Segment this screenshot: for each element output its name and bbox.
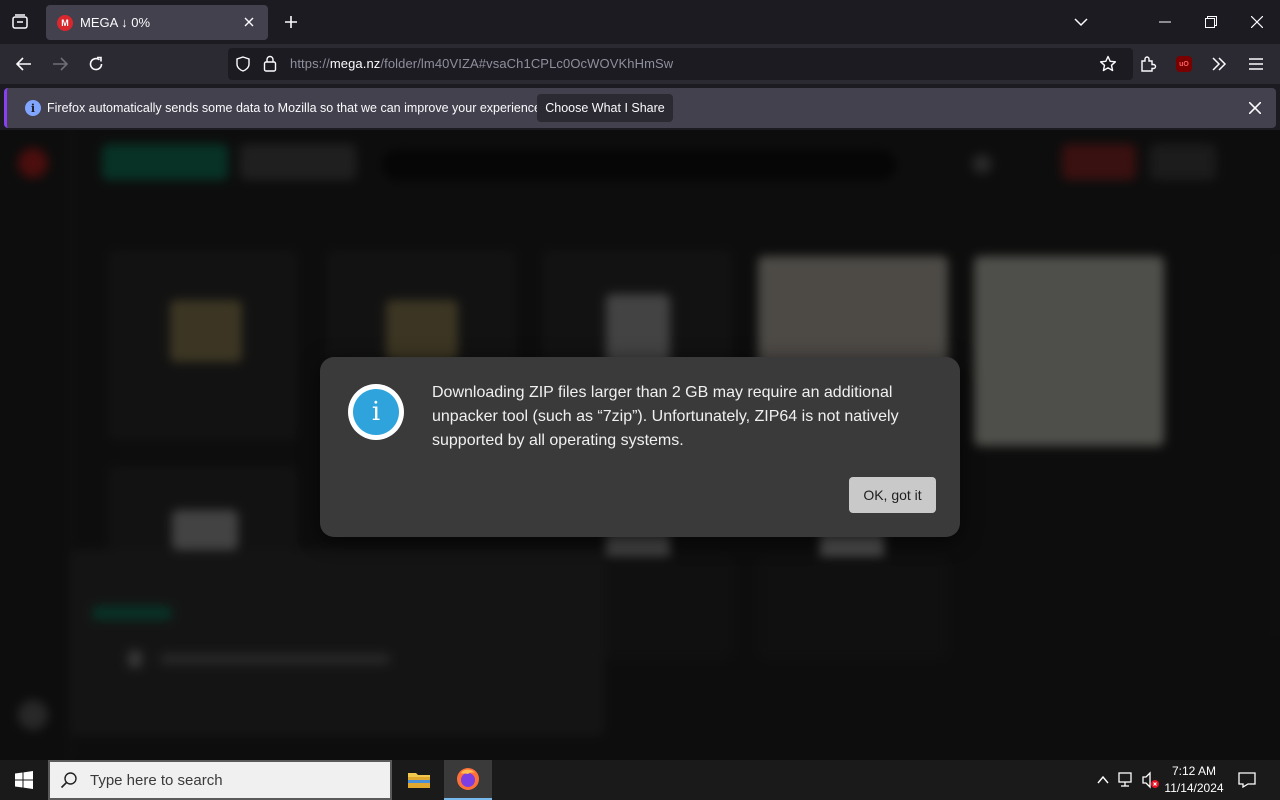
close-icon — [244, 17, 254, 27]
plus-icon — [285, 16, 297, 28]
notification-close-button[interactable] — [1246, 99, 1264, 117]
clock-date: 11/14/2024 — [1164, 781, 1224, 795]
arrow-left-icon — [16, 57, 31, 71]
zip64-warning-dialog: i Downloading ZIP files larger than 2 GB… — [320, 357, 960, 537]
restore-icon — [1205, 16, 1217, 28]
notification-message: Firefox automatically sends some data to… — [47, 101, 545, 115]
url-host: mega.nz — [329, 56, 381, 71]
data-collection-notification: i Firefox automatically sends some data … — [4, 88, 1276, 128]
close-window-button[interactable] — [1234, 0, 1280, 44]
info-icon: i — [25, 100, 41, 116]
url-path: /folder/lm40VIZA#vsaCh1CPLc0OcWOVKhHmSw — [380, 56, 674, 71]
extensions-puzzle-icon[interactable] — [1139, 55, 1157, 73]
start-button[interactable] — [0, 760, 48, 800]
forward-button[interactable] — [46, 50, 74, 78]
minimize-button[interactable] — [1142, 0, 1188, 44]
tab-title: MEGA ↓ 0% — [80, 15, 151, 30]
chevron-double-right-icon[interactable] — [1211, 57, 1227, 71]
chevron-down-icon — [1074, 18, 1088, 27]
firefox-icon — [457, 768, 479, 790]
choose-what-i-share-button[interactable]: Choose What I Share — [537, 94, 673, 122]
volume-muted-icon[interactable] — [1141, 771, 1161, 789]
tab-list-button[interactable] — [6, 8, 34, 36]
minimize-icon — [1159, 21, 1171, 23]
file-explorer-taskbar-button[interactable] — [395, 760, 443, 800]
ublock-origin-icon[interactable]: uO — [1176, 56, 1192, 72]
close-icon — [1251, 16, 1263, 28]
info-icon-inner: i — [353, 389, 399, 435]
search-icon — [60, 772, 77, 789]
taskbar-search-box[interactable]: Type here to search — [48, 760, 392, 800]
search-placeholder: Type here to search — [90, 771, 223, 789]
back-button[interactable] — [10, 50, 38, 78]
ok-got-it-button[interactable]: OK, got it — [849, 477, 936, 513]
network-icon[interactable] — [1117, 771, 1137, 789]
tab-close-button[interactable] — [240, 13, 258, 31]
windows-taskbar: Type here to search 7:12 AM 11/14/2024 — [0, 760, 1280, 800]
tab-list-icon — [12, 14, 28, 29]
url-prefix: https:// — [290, 56, 330, 71]
info-icon: i — [348, 384, 404, 440]
new-tab-button[interactable] — [278, 8, 304, 36]
restore-button[interactable] — [1188, 0, 1234, 44]
lock-icon[interactable] — [263, 55, 277, 72]
reload-icon — [89, 56, 103, 71]
tab-mega[interactable]: M MEGA ↓ 0% — [46, 5, 268, 40]
windows-logo-icon — [15, 771, 33, 789]
notification-center-icon[interactable] — [1238, 771, 1256, 789]
folder-icon — [408, 773, 430, 788]
reload-button[interactable] — [82, 50, 110, 78]
mega-favicon-icon: M — [57, 14, 73, 31]
hamburger-menu-icon[interactable] — [1249, 58, 1263, 70]
taskbar-clock[interactable]: 7:12 AM 11/14/2024 — [1160, 763, 1228, 797]
dialog-message: Downloading ZIP files larger than 2 GB m… — [432, 384, 899, 449]
close-icon — [1249, 102, 1261, 114]
firefox-taskbar-button[interactable] — [444, 760, 492, 800]
arrow-right-icon — [53, 57, 68, 71]
url-text[interactable]: https://mega.nz/folder/lm40VIZA#vsaCh1CP… — [290, 56, 673, 71]
bookmark-star-icon[interactable] — [1099, 55, 1117, 73]
list-all-tabs-button[interactable] — [1058, 0, 1104, 44]
shield-icon[interactable] — [235, 56, 251, 72]
clock-time: 7:12 AM — [1171, 764, 1217, 778]
chevron-up-icon[interactable] — [1096, 773, 1110, 787]
tab-bar: M MEGA ↓ 0% — [0, 0, 1280, 44]
